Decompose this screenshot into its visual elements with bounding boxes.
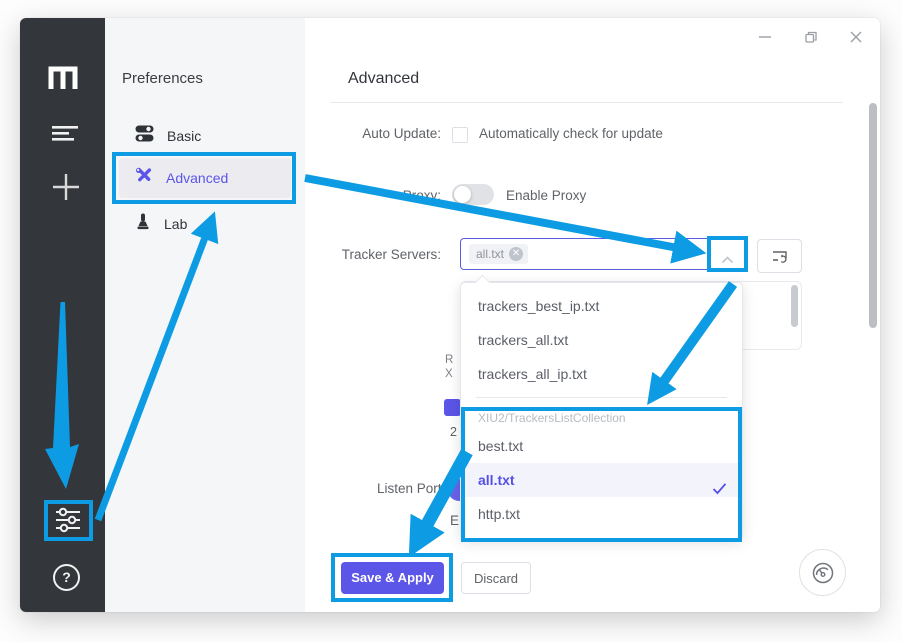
proxy-label: Proxy:	[305, 188, 441, 203]
maximize-button[interactable]	[798, 24, 824, 50]
help-icon[interactable]: ?	[53, 564, 80, 591]
hint-fragment: X	[445, 368, 453, 380]
sidebar-item-basic[interactable]: Basic	[119, 116, 291, 156]
speed-limit-button[interactable]	[799, 549, 846, 596]
listen-ports-label: Listen Ports:	[305, 481, 452, 496]
tag-close-icon[interactable]: ✕	[509, 247, 523, 261]
preferences-panel: Preferences Basic	[105, 18, 305, 612]
sync-trackers-button[interactable]	[757, 239, 802, 273]
app-sidebar: ?	[20, 18, 105, 612]
main-content: Advanced Auto Update: Automatically chec…	[305, 18, 880, 612]
toggles-icon	[135, 125, 154, 147]
chevron-highlight-box	[707, 236, 748, 272]
screenshot-stage: ? Preferences Basic	[0, 0, 902, 642]
selected-tag: all.txt ✕	[469, 244, 528, 264]
minimize-button[interactable]	[752, 24, 778, 50]
sidebar-item-label: Lab	[164, 216, 187, 232]
sidebar-item-lab[interactable]: Lab	[119, 204, 291, 244]
textarea-scrollbar[interactable]	[791, 285, 798, 327]
preferences-highlight-box	[44, 500, 93, 541]
tracker-servers-select[interactable]: all.txt ✕	[460, 238, 747, 270]
hint-fragment: E	[450, 513, 459, 528]
dropdown-item[interactable]: trackers_best_ip.txt	[461, 289, 742, 323]
task-list-icon[interactable]	[51, 124, 79, 147]
discard-button[interactable]: Discard	[461, 562, 531, 594]
dropdown-item[interactable]: trackers_all_ip.txt	[461, 357, 742, 391]
toggle-knob	[454, 186, 471, 203]
preferences-sliders-icon[interactable]	[54, 507, 82, 538]
main-scrollbar[interactable]	[869, 103, 877, 328]
group-highlight-box	[461, 407, 742, 542]
title-divider	[330, 102, 843, 103]
auto-update-label: Auto Update:	[305, 126, 441, 141]
close-button[interactable]	[843, 24, 869, 50]
auto-update-checkbox-label[interactable]: Automatically check for update	[479, 126, 663, 141]
proxy-toggle[interactable]	[452, 184, 494, 205]
save-apply-button[interactable]: Save & Apply	[341, 562, 444, 594]
advanced-highlight-box	[112, 152, 296, 204]
speedometer-icon	[811, 561, 835, 585]
proxy-toggle-label: Enable Proxy	[506, 188, 586, 203]
auto-update-checkbox[interactable]	[452, 127, 468, 143]
checked-checkbox-fragment[interactable]	[444, 399, 461, 416]
page-title: Advanced	[348, 70, 419, 88]
preferences-title: Preferences	[122, 70, 203, 87]
lab-stamp-icon	[135, 213, 151, 235]
add-task-icon[interactable]	[52, 172, 80, 207]
hint-fragment: R	[445, 354, 453, 366]
tracker-servers-label: Tracker Servers:	[305, 247, 441, 262]
dropdown-item[interactable]: trackers_all.txt	[461, 323, 742, 357]
hint-fragment: 2	[450, 425, 457, 439]
dropdown-caret	[475, 275, 491, 291]
app-window: ? Preferences Basic	[20, 18, 880, 612]
sidebar-item-label: Basic	[167, 128, 201, 144]
motrix-logo-icon	[47, 62, 79, 95]
tag-text: all.txt	[476, 247, 504, 261]
